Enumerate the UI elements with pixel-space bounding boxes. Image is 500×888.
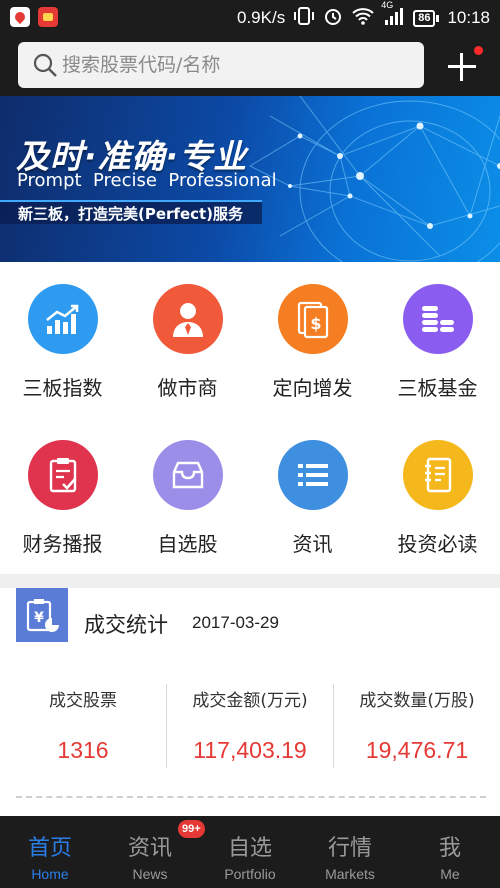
network-type: 4G	[381, 0, 394, 10]
grid-label: 投资必读	[397, 532, 478, 556]
document-dollar-icon: $	[278, 284, 348, 354]
grid-item-news[interactable]: 资讯	[250, 438, 375, 588]
grid-item-financial-report[interactable]: 财务播报	[0, 438, 125, 588]
inbox-icon	[153, 440, 223, 510]
svg-text:¥: ¥	[34, 610, 44, 626]
notification-icons	[10, 7, 58, 27]
tab-markets[interactable]: 行情 Markets	[300, 816, 400, 888]
feature-grid: 三板指数 做市商 $ 定向增发 三板基金 财务播报 自选股 资讯 投资必读	[0, 262, 500, 574]
stat-label: 成交数量(万股)	[359, 691, 475, 711]
grid-label: 自选股	[157, 532, 218, 556]
tab-label: 行情	[327, 836, 372, 861]
tab-me[interactable]: 我 Me	[400, 816, 500, 888]
tab-sublabel: Portfolio	[224, 866, 276, 882]
grid-label: 财务播报	[22, 532, 103, 556]
svg-text:$: $	[310, 314, 321, 333]
stat-turnover-volume: 成交数量(万股) 19,476.71	[334, 684, 500, 768]
tab-sublabel: News	[132, 866, 168, 882]
stats-title: 成交统计	[84, 613, 168, 637]
notification-dot	[474, 46, 483, 55]
tab-label: 我	[438, 836, 461, 861]
grid-item-must-read[interactable]: 投资必读	[375, 438, 500, 588]
signal-icon: 4G	[381, 0, 405, 31]
grid-item-private-placement[interactable]: $ 定向增发	[250, 282, 375, 432]
stat-stocks-traded: 成交股票 1316	[0, 684, 166, 768]
grid-label: 三板指数	[22, 376, 103, 400]
stat-value: 19,476.71	[365, 737, 469, 763]
vibrate-icon	[293, 6, 315, 31]
stat-value: 1316	[57, 737, 109, 763]
chart-up-icon	[28, 284, 98, 354]
coins-icon	[403, 284, 473, 354]
top-header	[0, 36, 500, 96]
clock: 10:18	[447, 8, 490, 27]
grid-item-watchlist[interactable]: 自选股	[125, 438, 250, 588]
notebook-icon	[403, 440, 473, 510]
grid-label: 做市商	[157, 376, 218, 400]
status-bar: 0.9K/s 4G 86 10:18	[0, 0, 500, 36]
section-divider	[0, 574, 500, 588]
grid-label: 定向增发	[272, 376, 353, 400]
tab-sublabel: Home	[31, 866, 69, 882]
clipboard-check-icon	[28, 440, 98, 510]
stats-date: 2017-03-29	[192, 613, 279, 632]
bottom-navigation: 首页 Home 资讯 News 99+ 自选 Portfolio 行情 Mark…	[0, 816, 500, 888]
promo-banner[interactable]: 及时·准确·专业 Prompt Precise Professional 新三板…	[0, 96, 500, 262]
banner-slogan: 新三板，打造完美(Perfect)服务	[18, 205, 244, 223]
banner-subtitle: Prompt Precise Professional	[17, 170, 277, 191]
network-speed: 0.9K/s	[237, 8, 286, 27]
search-icon	[33, 53, 57, 77]
dashed-divider	[16, 796, 486, 798]
grid-item-market-maker[interactable]: 做市商	[125, 282, 250, 432]
tab-home[interactable]: 首页 Home	[0, 816, 100, 888]
person-icon	[153, 284, 223, 354]
wifi-icon	[351, 6, 375, 31]
alarm-icon	[323, 6, 343, 31]
tab-sublabel: Markets	[325, 866, 375, 882]
grid-label: 三板基金	[397, 376, 478, 400]
list-icon	[278, 440, 348, 510]
battery-icon: 86	[413, 9, 440, 27]
grid-label: 资讯	[292, 532, 333, 556]
stat-value: 117,403.19	[193, 737, 307, 763]
tab-sublabel: Me	[440, 866, 460, 882]
stat-label: 成交股票	[49, 691, 117, 711]
notification-app-icon	[38, 7, 58, 27]
stat-label: 成交金额(万元)	[192, 691, 308, 711]
battery-level: 86	[413, 9, 436, 27]
tab-portfolio[interactable]: 自选 Portfolio	[200, 816, 300, 888]
grid-item-index[interactable]: 三板指数	[0, 282, 125, 432]
search-bar[interactable]	[18, 42, 424, 88]
tab-label: 自选	[227, 836, 272, 861]
tab-label: 首页	[27, 836, 72, 861]
search-input[interactable]	[62, 54, 402, 76]
statistics-icon: ¥	[16, 588, 68, 642]
notification-app-icon	[10, 7, 30, 27]
grid-item-fund[interactable]: 三板基金	[375, 282, 500, 432]
stat-turnover-amount: 成交金额(万元) 117,403.19	[167, 684, 333, 768]
